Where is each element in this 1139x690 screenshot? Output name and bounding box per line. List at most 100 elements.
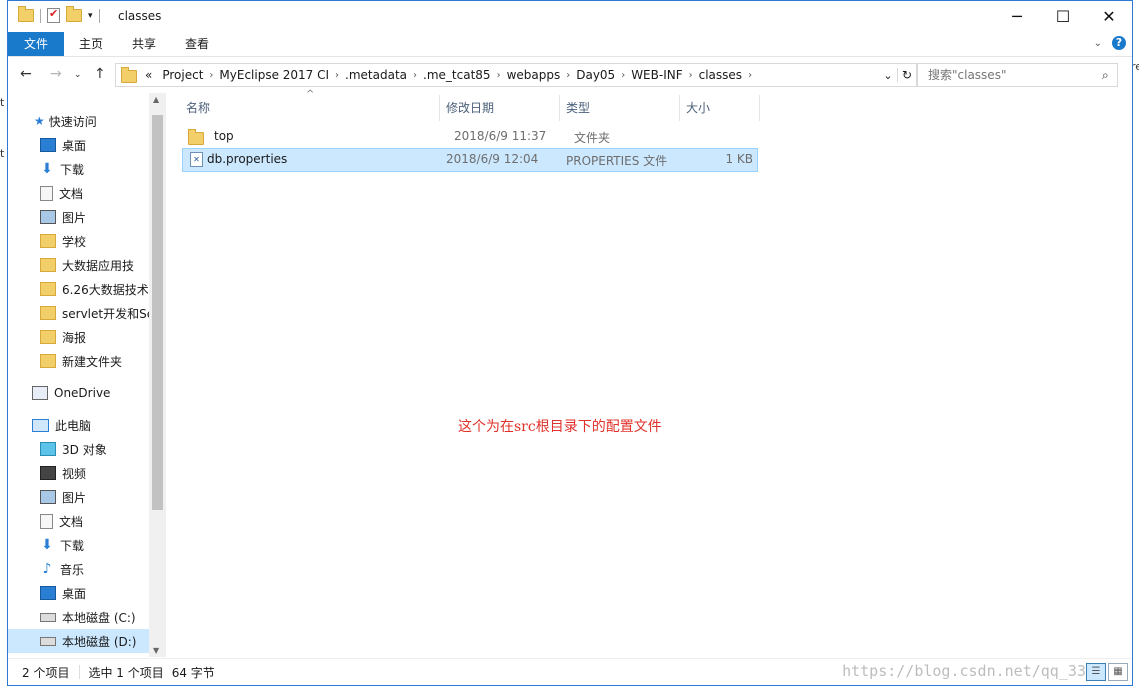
nav-item-desktop-pc[interactable]: 桌面	[8, 581, 149, 605]
column-size[interactable]: 大小	[680, 95, 760, 121]
properties-icon[interactable]	[47, 7, 60, 23]
watermark: https://blog.csdn.net/qq_3359	[842, 662, 1104, 680]
nav-item-desktop[interactable]: 桌面 📌	[8, 133, 149, 157]
tab-share[interactable]: 共享	[119, 32, 169, 56]
file-list: ^ 名称 修改日期 类型 大小 top 2018/6/9 11:37 文件夹 ✕…	[166, 89, 1132, 657]
up-arrow-icon[interactable]: ↑	[94, 66, 106, 82]
folder-icon	[40, 258, 56, 272]
close-button[interactable]: ✕	[1086, 1, 1132, 31]
address-row: ← → ⌄ ↑ « Project › MyEclipse 2017 CI › …	[8, 57, 1132, 93]
breadcrumb-classes[interactable]: classes	[693, 68, 748, 82]
nav-item-posters[interactable]: 海报	[8, 325, 149, 349]
nav-item-documents[interactable]: 文档 📌	[8, 181, 149, 205]
nav-item-pictures-pc[interactable]: 图片	[8, 485, 149, 509]
nav-item-documents-pc[interactable]: 文档	[8, 509, 149, 533]
nav-item-drive-c[interactable]: 本地磁盘 (C:)	[8, 605, 149, 629]
breadcrumb-me-tcat85[interactable]: .me_tcat85	[417, 68, 497, 82]
folder-icon	[40, 354, 56, 368]
background-text: t	[0, 96, 5, 109]
nav-label: 此电脑	[55, 418, 92, 433]
scrollbar-thumb[interactable]	[152, 115, 163, 510]
nav-label: 图片	[62, 210, 87, 225]
search-input[interactable]	[926, 67, 1100, 83]
folder-icon	[121, 67, 137, 83]
overflow-crumb[interactable]: «	[137, 68, 156, 82]
column-name[interactable]: 名称	[180, 95, 440, 121]
nav-label: 音乐	[60, 562, 85, 577]
help-icon[interactable]: ?	[1112, 36, 1126, 50]
nav-item-bigdata-tech[interactable]: 6.26大数据技术-	[8, 277, 149, 301]
tab-file[interactable]: 文件	[8, 32, 64, 56]
new-folder-icon[interactable]	[66, 6, 82, 22]
nav-item-music[interactable]: ♪ 音乐	[8, 557, 149, 581]
desktop-icon	[40, 138, 56, 152]
breadcrumb-project[interactable]: Project	[156, 68, 209, 82]
nav-label: 桌面	[62, 138, 87, 153]
address-controls: ⌄ ↻	[879, 64, 916, 86]
nav-item-bigdata-app[interactable]: 大数据应用技 📌	[8, 253, 149, 277]
back-arrow-icon[interactable]: ←	[20, 66, 32, 82]
nav-this-pc[interactable]: 此电脑	[8, 413, 149, 437]
breadcrumb-web-inf[interactable]: WEB-INF	[625, 68, 688, 82]
nav-item-servlet[interactable]: servlet开发和Se	[8, 301, 149, 325]
chevron-right-icon[interactable]: ›	[748, 70, 752, 81]
tab-home[interactable]: 主页	[66, 32, 116, 56]
folder-icon	[40, 330, 56, 344]
nav-quick-access[interactable]: ★ 快速访问	[8, 109, 149, 133]
nav-item-school[interactable]: 学校 📌	[8, 229, 149, 253]
file-size: 1 KB	[725, 152, 753, 166]
selected-size: 64 字节	[171, 665, 215, 680]
nav-item-new-folder[interactable]: 新建文件夹	[8, 349, 149, 373]
nav-item-drive-d[interactable]: 本地磁盘 (D:)	[8, 629, 149, 653]
forward-arrow-icon[interactable]: →	[50, 66, 62, 82]
file-modified: 2018/6/9 11:37	[454, 129, 547, 143]
nav-onedrive[interactable]: OneDrive	[8, 381, 149, 405]
scroll-down-icon[interactable]: ▼	[153, 646, 159, 655]
star-icon: ★	[34, 114, 45, 128]
nav-item-downloads[interactable]: ⬇ 下载 📌	[8, 157, 149, 181]
refresh-icon[interactable]: ↻	[897, 68, 916, 82]
column-type[interactable]: 类型	[560, 95, 680, 121]
download-icon: ⬇	[41, 537, 53, 553]
nav-item-3d-objects[interactable]: 3D 对象	[8, 437, 149, 461]
address-dropdown-icon[interactable]: ⌄	[879, 69, 897, 82]
nav-item-videos[interactable]: 视频	[8, 461, 149, 485]
expand-ribbon-icon[interactable]: ⌄	[1094, 38, 1102, 49]
onedrive-icon	[32, 386, 48, 400]
nav-item-pictures[interactable]: 图片 📌	[8, 205, 149, 229]
nav-scrollbar[interactable]: ▲ ▼	[149, 93, 166, 657]
nav-item-downloads-pc[interactable]: ⬇ 下载	[8, 533, 149, 557]
breadcrumb-day05[interactable]: Day05	[570, 68, 621, 82]
file-row-top[interactable]: top 2018/6/9 11:37 文件夹	[182, 126, 756, 148]
nav-label: 新建文件夹	[62, 354, 123, 369]
nav-label: 文档	[59, 186, 84, 201]
nav-label: 本地磁盘 (D:)	[62, 634, 137, 649]
explorer-window: ▾ classes ─ ☐ ✕ 文件 主页 共享 查看 ⌄ ? ← → ⌄ ↑ …	[7, 0, 1133, 686]
file-type: 文件夹	[574, 131, 611, 145]
drive-icon	[40, 636, 56, 646]
selected-count: 选中 1 个项目	[88, 665, 164, 680]
breadcrumb-myeclipse[interactable]: MyEclipse 2017 CI	[213, 68, 335, 82]
picture-icon	[40, 490, 56, 504]
breadcrumb-webapps[interactable]: webapps	[501, 68, 567, 82]
view-switcher: ☰ ▦	[1086, 663, 1128, 681]
search-icon[interactable]: ⌕	[1102, 68, 1109, 83]
details-view-icon[interactable]: ☰	[1086, 663, 1106, 681]
nav-label: 桌面	[62, 586, 87, 601]
scroll-up-icon[interactable]: ▲	[153, 95, 159, 104]
maximize-button[interactable]: ☐	[1040, 1, 1086, 31]
file-modified: 2018/6/9 12:04	[446, 152, 539, 166]
separator	[40, 8, 41, 23]
file-row-db-properties[interactable]: ✕ db.properties 2018/6/9 12:04 PROPERTIE…	[182, 148, 758, 172]
background-text: t	[0, 147, 5, 160]
nav-label: 学校	[62, 234, 87, 249]
breadcrumb-metadata[interactable]: .metadata	[339, 68, 413, 82]
large-icons-view-icon[interactable]: ▦	[1108, 663, 1128, 681]
3d-objects-icon	[40, 442, 56, 456]
column-modified[interactable]: 修改日期	[440, 95, 560, 121]
minimize-button[interactable]: ─	[994, 1, 1040, 31]
customize-toolbar-icon[interactable]: ▾	[88, 11, 93, 21]
recent-locations-icon[interactable]: ⌄	[74, 70, 82, 80]
address-bar[interactable]: « Project › MyEclipse 2017 CI › .metadat…	[115, 63, 917, 87]
tab-view[interactable]: 查看	[172, 32, 222, 56]
